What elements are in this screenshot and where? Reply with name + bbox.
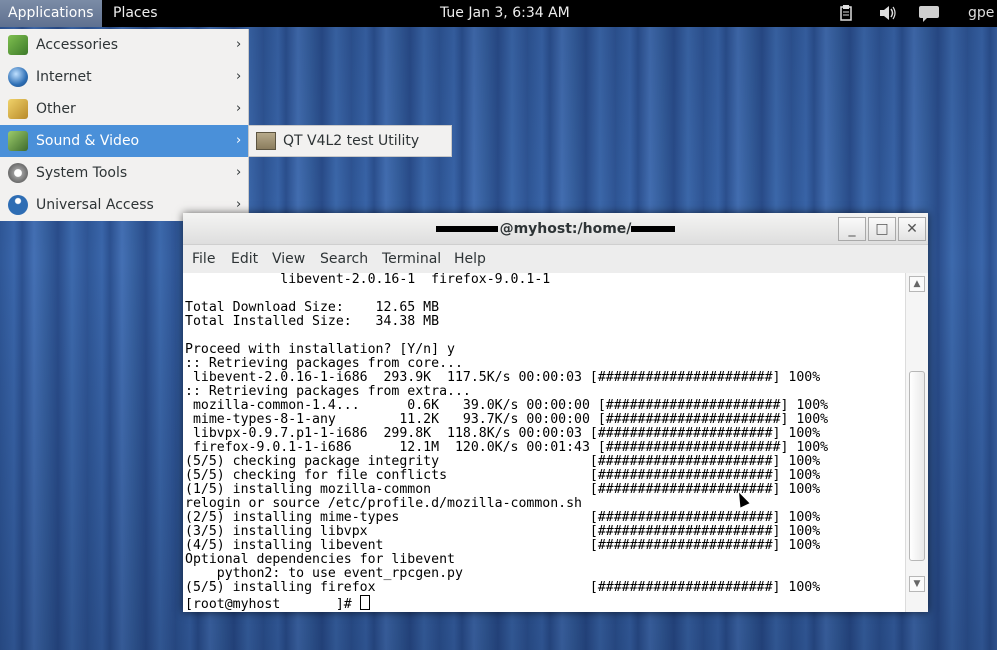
menu-view[interactable]: View (272, 245, 305, 273)
terminal-line: (1/5) installing mozilla-common [#######… (185, 482, 821, 497)
menu-item-label: System Tools (36, 165, 128, 181)
gear-icon (8, 163, 28, 183)
maximize-button[interactable]: □ (868, 217, 896, 241)
menu-item-accessories[interactable]: Accessories › (0, 29, 248, 61)
terminal-line: Total Download Size: 12.65 MB (185, 300, 440, 315)
other-icon (8, 99, 28, 119)
terminal-line: (2/5) installing mime-types [###########… (185, 510, 821, 525)
menu-item-label: Accessories (36, 37, 119, 53)
volume-icon[interactable] (879, 5, 896, 21)
terminal-line: (5/5) checking for file conflicts [#####… (185, 468, 821, 483)
menu-item-sound-video[interactable]: Sound & Video › (0, 125, 248, 157)
terminal-line: (5/5) installing firefox [##############… (185, 580, 821, 595)
scroll-down-icon[interactable]: ▼ (909, 576, 925, 592)
chevron-right-icon: › (236, 101, 242, 116)
video-device-icon (256, 132, 276, 150)
terminal-line: firefox-9.0.1-1-i686 12.1M 120.0K/s 00:0… (185, 440, 829, 455)
scroll-up-icon[interactable]: ▲ (909, 276, 925, 292)
menu-item-internet[interactable]: Internet › (0, 61, 248, 93)
redacted-scribble (631, 226, 676, 232)
terminal-line: libevent-2.0.16-1-i686 293.9K 117.5K/s 0… (185, 370, 821, 385)
menu-item-label: Other (36, 101, 76, 117)
terminal-line: Proceed with installation? [Y/n] y (185, 342, 455, 357)
minimize-button[interactable]: _ (838, 217, 866, 241)
applications-menu-button[interactable]: Applications (0, 0, 102, 27)
terminal-line: (3/5) installing libvpx [###############… (185, 524, 821, 539)
chevron-right-icon: › (236, 165, 242, 180)
terminal-line: Total Installed Size: 34.38 MB (185, 314, 440, 329)
terminal-line: :: Retrieving packages from core... (185, 356, 463, 371)
window-titlebar[interactable]: @myhost:/home/ _ □ ✕ (183, 213, 928, 245)
menu-item-label: Internet (36, 69, 92, 85)
close-button[interactable]: ✕ (898, 217, 926, 241)
terminal-line: (5/5) checking package integrity [######… (185, 454, 821, 469)
terminal-line: Optional dependencies for libevent (185, 552, 455, 567)
terminal-line: mozilla-common-1.4... 0.6K 39.0K/s 00:00… (185, 398, 829, 413)
vertical-scrollbar[interactable]: ▲ ▼ (905, 273, 928, 612)
top-panel: Applications Places Tue Jan 3, 6:34 AM g… (0, 0, 997, 27)
menu-item-other[interactable]: Other › (0, 93, 248, 125)
chevron-right-icon: › (236, 69, 242, 84)
menu-terminal[interactable]: Terminal (382, 245, 441, 273)
window-title: @myhost:/home/ (183, 213, 928, 245)
terminal-line: :: Retrieving packages from extra... (185, 384, 471, 399)
clock[interactable]: Tue Jan 3, 6:34 AM (440, 0, 570, 27)
multimedia-icon (8, 131, 28, 151)
prompt-text: [root@myhost ]# (185, 597, 360, 612)
scrollbar-thumb[interactable] (909, 371, 925, 561)
submenu-item-label: QT V4L2 test Utility (283, 133, 420, 149)
terminal-line: libvpx-0.9.7.p1-1-i686 299.8K 118.8K/s 0… (185, 426, 821, 441)
menu-search[interactable]: Search (320, 245, 368, 273)
terminal-line: python2: to use event_rpcgen.py (185, 566, 463, 581)
terminal-output[interactable]: libevent-2.0.16-1 firefox-9.0.1-1 Total … (183, 273, 905, 612)
terminal-line: libevent-2.0.16-1 firefox-9.0.1-1 (185, 273, 551, 287)
menu-edit[interactable]: Edit (231, 245, 258, 273)
globe-icon (8, 67, 28, 87)
terminal-line: relogin or source /etc/profile.d/mozilla… (185, 496, 582, 511)
accessibility-icon (8, 195, 28, 215)
user-menu[interactable]: gpe (968, 0, 994, 27)
terminal-window[interactable]: @myhost:/home/ _ □ ✕ File Edit View Sear… (183, 213, 928, 612)
applications-dropdown: Accessories › Internet › Other › Sound &… (0, 29, 249, 221)
text-cursor (359, 595, 370, 610)
menu-item-label: Sound & Video (36, 133, 140, 149)
clipboard-icon[interactable] (838, 5, 854, 21)
chevron-right-icon: › (236, 133, 242, 148)
terminal-prompt[interactable]: [root@myhost ]# (185, 595, 905, 612)
terminal-line: mime-types-8-1-any 11.2K 93.7K/s 00:00:0… (185, 412, 829, 427)
accessories-icon (8, 35, 28, 55)
menu-help[interactable]: Help (454, 245, 486, 273)
submenu-item-qt-v4l2[interactable]: QT V4L2 test Utility (248, 125, 452, 157)
chevron-right-icon: › (236, 37, 242, 52)
redacted-scribble (435, 226, 498, 232)
chat-icon[interactable] (918, 5, 940, 22)
terminal-text: libevent-2.0.16-1 firefox-9.0.1-1 Total … (183, 273, 905, 612)
terminal-line: (4/5) installing libevent [#############… (185, 538, 821, 553)
places-menu-button[interactable]: Places (105, 0, 166, 27)
terminal-menubar: File Edit View Search Terminal Help (183, 245, 928, 273)
menu-item-label: Universal Access (36, 197, 154, 213)
menu-item-system-tools[interactable]: System Tools › (0, 157, 248, 189)
menu-file[interactable]: File (192, 245, 215, 273)
